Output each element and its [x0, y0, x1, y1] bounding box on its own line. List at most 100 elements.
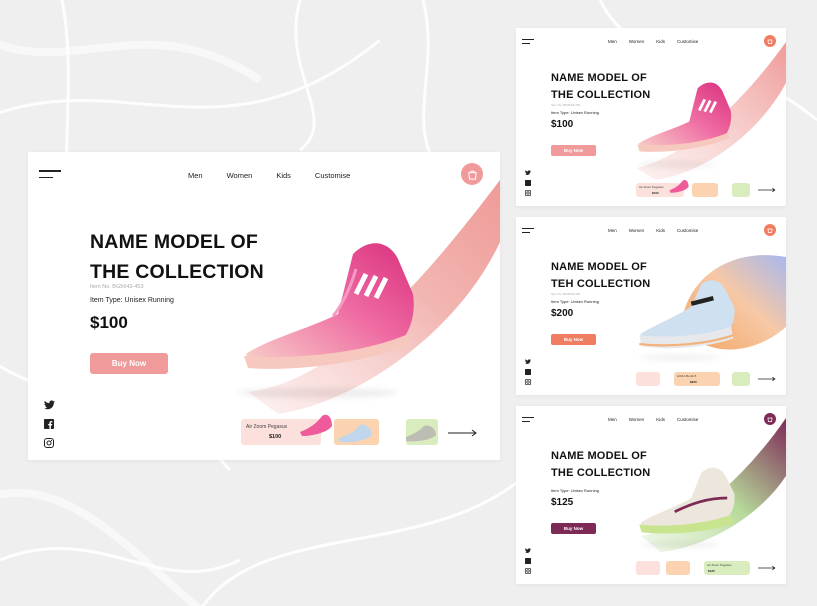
buy-now-button[interactable]: Buy Now [90, 353, 168, 374]
thumbnail-hoka[interactable] [334, 419, 379, 445]
shopping-bag-icon [767, 417, 773, 422]
nav-customise[interactable]: Customise [677, 417, 698, 422]
nav-women[interactable]: Women [629, 228, 644, 233]
social-links [525, 548, 531, 574]
item-number: Item No. BG5643-453 [551, 103, 581, 107]
hoka-variant-page: Men Women Kids Customise NAME MODEL OF T… [516, 217, 786, 395]
social-links [525, 170, 531, 196]
thumbnail-label: HOKA Bondi 8 [677, 374, 697, 378]
product-price: $125 [551, 497, 574, 508]
thumbnail-price: $100 [652, 191, 659, 195]
pink-variant-page: Men Women Kids Customise NAME MODEL OF T… [516, 28, 786, 206]
thumbnail-hoka[interactable]: HOKA Bondi 8 $200 [674, 372, 720, 386]
item-type: Item Type: Unisex Running [551, 488, 599, 493]
nav-customise[interactable]: Customise [677, 228, 698, 233]
buy-now-button[interactable]: Buy Now [551, 523, 596, 534]
nav-women[interactable]: Women [629, 417, 644, 422]
nav-women[interactable]: Women [629, 39, 644, 44]
twitter-icon[interactable] [525, 548, 531, 554]
shoe-shadow [238, 388, 398, 398]
cart-button[interactable] [764, 413, 776, 425]
thumbnail-hoka[interactable] [692, 183, 718, 197]
menu-icon[interactable] [522, 39, 534, 49]
menu-icon[interactable] [39, 170, 61, 183]
shoe-shadow [640, 355, 720, 360]
product-price: $100 [90, 313, 128, 332]
shoe-shadow [640, 542, 720, 547]
thumbnail-pegasus-white[interactable] [732, 372, 750, 386]
item-number: Item No. BG5643-453 [551, 292, 581, 296]
instagram-icon[interactable] [525, 190, 531, 196]
thumbnail-air-zoom-pegasus[interactable] [636, 372, 660, 386]
cart-button[interactable] [461, 163, 483, 185]
nav-kids[interactable]: Kids [656, 39, 665, 44]
instagram-icon[interactable] [525, 568, 531, 574]
arrow-right-icon[interactable] [448, 429, 478, 437]
shoe-shadow [638, 162, 718, 167]
thumbnail-label: Air Zoom Pegasus [707, 563, 732, 567]
product-price: $100 [551, 119, 574, 130]
thumbnail-white-shoe [406, 425, 436, 442]
main-nav: Men Women Kids Customise [608, 417, 698, 422]
buy-now-button[interactable]: Buy Now [551, 334, 596, 345]
cart-button[interactable] [764, 224, 776, 236]
thumbnail-price: $125 [708, 569, 715, 573]
main-nav: Men Women Kids Customise [608, 228, 698, 233]
twitter-icon[interactable] [525, 359, 531, 365]
thumbnail-price: $100 [269, 434, 282, 440]
thumbnail-pegasus-white[interactable] [406, 419, 438, 445]
cart-button[interactable] [764, 35, 776, 47]
hero-shoe-image [244, 243, 414, 369]
nav-kids[interactable]: Kids [276, 171, 291, 180]
thumbnail-pegasus-white[interactable]: Air Zoom Pegasus $125 [704, 561, 750, 575]
instagram-icon[interactable] [525, 379, 531, 385]
arrow-right-icon[interactable] [758, 376, 776, 382]
thumbnail-air-zoom-pegasus-pink[interactable] [636, 561, 660, 575]
shopping-bag-icon [467, 169, 477, 180]
twitter-icon[interactable] [44, 400, 55, 410]
nav-kids[interactable]: Kids [656, 417, 665, 422]
twitter-icon[interactable] [525, 170, 531, 176]
facebook-icon[interactable] [525, 180, 531, 186]
shopping-bag-icon [767, 39, 773, 44]
facebook-icon[interactable] [525, 558, 531, 564]
social-links [44, 400, 55, 448]
nav-men[interactable]: Men [608, 417, 617, 422]
nav-men[interactable]: Men [188, 171, 203, 180]
nav-kids[interactable]: Kids [656, 228, 665, 233]
hero-shoe-image [639, 467, 735, 534]
thumbnail-pink-shoe [300, 414, 332, 436]
facebook-icon[interactable] [525, 369, 531, 375]
hero-shoe-image [639, 280, 735, 349]
nav-men[interactable]: Men [608, 228, 617, 233]
item-type: Item Type: Unisex Running [551, 110, 599, 115]
main-nav: Men Women Kids Customise [188, 171, 350, 180]
instagram-icon[interactable] [44, 438, 54, 448]
item-type: Item Type: Unisex Running [551, 299, 599, 304]
main-nav: Men Women Kids Customise [608, 39, 698, 44]
facebook-icon[interactable] [44, 419, 54, 429]
thumbnail-blue-shoe [338, 424, 372, 443]
menu-icon[interactable] [522, 228, 534, 238]
social-links [525, 359, 531, 385]
pegasus-variant-page: Men Women Kids Customise NAME MODEL OF T… [516, 406, 786, 584]
main-landing-page: Men Women Kids Customise NAME MODEL OF T… [28, 152, 500, 460]
buy-now-button[interactable]: Buy Now [551, 145, 596, 156]
nav-customise[interactable]: Customise [315, 171, 350, 180]
item-type: Item Type: Unisex Running [90, 297, 174, 304]
thumbnail-pink-shoe [669, 180, 689, 193]
arrow-right-icon[interactable] [758, 565, 776, 571]
product-price: $200 [551, 308, 574, 319]
nav-customise[interactable]: Customise [677, 39, 698, 44]
thumbnail-label: Air Zoom Pegasus [246, 424, 288, 430]
item-number: Item No. BG5643-453 [90, 284, 144, 290]
menu-icon[interactable] [522, 417, 534, 427]
arrow-right-icon[interactable] [758, 187, 776, 193]
nav-women[interactable]: Women [227, 171, 253, 180]
nav-men[interactable]: Men [608, 39, 617, 44]
thumbnail-label: Air Zoom Pegasus [639, 185, 664, 189]
thumbnail-price: $200 [690, 380, 697, 384]
thumbnail-hoka[interactable] [666, 561, 690, 575]
thumbnail-pegasus-white[interactable] [732, 183, 750, 197]
shopping-bag-icon [767, 228, 773, 233]
